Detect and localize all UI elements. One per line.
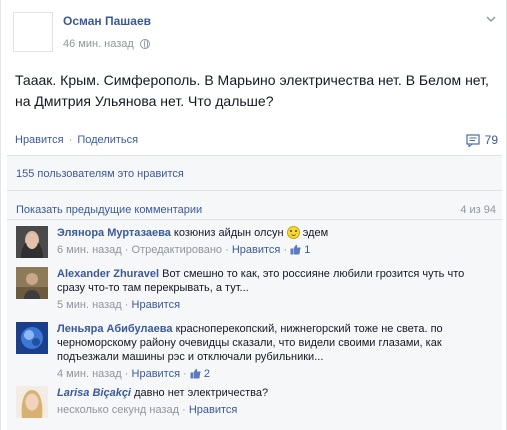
comment-text: давно нет электричества? (134, 387, 269, 399)
post-card: Осман Пашаев 46 мин. назад Тааак. Крым. … (0, 0, 507, 430)
comment-meta: 5 мин. назад · Нравится (57, 298, 492, 312)
separator: · (283, 244, 288, 256)
commenter-avatar[interactable] (16, 386, 48, 418)
comment-meta: 4 мин. назад · Нравится · 2 (57, 367, 492, 381)
comment-body: Alexander Zhuravel Вот смешно то как, эт… (57, 267, 492, 312)
divider (7, 219, 502, 220)
comments-pager: 4 из 94 (460, 204, 496, 216)
post-text: Тааак. Крым. Симферополь. В Марьино элек… (15, 72, 489, 109)
edited-label[interactable]: Отредактировано (132, 244, 223, 256)
comment-like-link[interactable]: Нравится (132, 299, 181, 311)
post-meta: 46 мин. назад (63, 38, 150, 50)
view-previous-comments[interactable]: Показать предыдущие комментарии (16, 204, 202, 216)
likes-summary[interactable]: 155 пользователям это нравится (16, 168, 184, 180)
comment-text: козюниз айдын олсун (173, 227, 284, 239)
separator: · (124, 299, 129, 311)
feedback-section: 155 пользователям это нравится Показать … (7, 155, 502, 430)
commenter-name[interactable]: Alexander Zhuravel (57, 268, 159, 280)
author-avatar[interactable] (13, 12, 53, 52)
share-link[interactable]: Поделиться (77, 134, 138, 146)
separator: · (124, 244, 129, 256)
post-time[interactable]: 46 мин. назад (63, 38, 134, 50)
comment-like-count[interactable]: 1 (304, 244, 310, 256)
comment-body: Элянора Муртазаева козюниз айдын олсун э… (57, 226, 492, 257)
comment-like-link[interactable]: Нравится (132, 368, 181, 380)
post-author[interactable]: Осман Пашаев (63, 14, 151, 28)
comment-bubble-icon (466, 133, 480, 147)
comment-text-tail: эдем (302, 227, 329, 239)
commenter-name[interactable]: Леньяра Абибулаева (57, 323, 173, 335)
smiley-emoticon-icon (286, 226, 300, 239)
comments-count-value: 79 (484, 133, 498, 147)
separator: · (68, 134, 73, 146)
commenter-name[interactable]: Элянора Муртазаева (57, 227, 171, 239)
comment-time[interactable]: 4 мин. назад (57, 368, 122, 380)
comments-count[interactable]: 79 (466, 133, 498, 147)
commenter-avatar[interactable] (16, 267, 48, 299)
thumbs-up-icon (190, 368, 201, 379)
commenter-avatar[interactable] (16, 226, 48, 258)
comment-time[interactable]: 6 мин. назад (57, 244, 122, 256)
post-actions: Нравится · Поделиться (15, 134, 138, 146)
comment-like-count[interactable]: 2 (204, 368, 210, 380)
separator: · (182, 404, 186, 416)
commenter-avatar[interactable] (16, 322, 48, 354)
chevron-down-icon[interactable] (486, 14, 496, 24)
comment-body: Леньяра Абибулаева красноперекопский, ни… (57, 322, 492, 381)
comment-like-link[interactable]: Нравится (232, 244, 281, 256)
globe-icon[interactable] (139, 39, 150, 49)
comment-time[interactable]: несколько секунд назад (57, 404, 179, 416)
comment-meta: 6 мин. назад · Отредактировано · Нравитс… (57, 243, 492, 257)
comment-body: Larisa Biçakçi давно нет электричества? … (57, 386, 492, 417)
separator: · (225, 244, 229, 256)
divider (7, 190, 502, 191)
comment-meta: несколько секунд назад · Нравится (57, 403, 492, 417)
comment-like-link[interactable]: Нравится (189, 404, 238, 416)
comment-time[interactable]: 5 мин. назад (57, 299, 122, 311)
thumbs-up-icon (290, 244, 301, 255)
separator: · (183, 368, 187, 380)
separator: · (124, 368, 129, 380)
commenter-name[interactable]: Larisa Biçakçi (57, 387, 131, 399)
like-link[interactable]: Нравится (15, 134, 64, 146)
